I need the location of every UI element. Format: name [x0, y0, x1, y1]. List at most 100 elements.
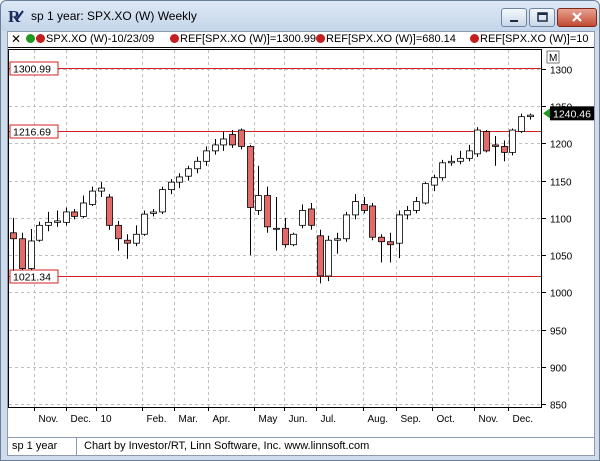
chart-panel: ✕ SPX.XO (W)-10/23/09 REF[SPX.XO (W)]=13… [7, 31, 595, 456]
candlestick-chart[interactable]: 8509009501000105011001150120012501300Nov… [8, 49, 594, 437]
candle-body [71, 211, 78, 217]
candle-body [150, 211, 157, 214]
legend-item-ref-2[interactable]: REF[SPX.XO (W)]=680.14 [316, 33, 456, 45]
investor-rt-logo-icon: R [8, 7, 24, 25]
candle-body [518, 116, 525, 132]
y-tick-label: 950 [550, 327, 567, 338]
close-icon [572, 12, 582, 22]
candle-body [439, 162, 446, 179]
red-dot-icon [170, 34, 179, 43]
candle-body [10, 232, 17, 240]
maximize-button[interactable] [529, 8, 555, 27]
candle-body [247, 146, 254, 208]
y-tick-label: 1200 [550, 140, 573, 151]
scale-mode-label: M [549, 53, 557, 64]
legend-close-icon[interactable]: ✕ [11, 32, 21, 46]
last-price-label: 1240.46 [553, 108, 591, 120]
candle-body [115, 224, 122, 240]
candle-body [159, 189, 166, 213]
legend-bar: ✕ SPX.XO (W)-10/23/09 REF[SPX.XO (W)]=13… [8, 32, 594, 48]
legend-item-ref-3[interactable]: REF[SPX.XO (W)]=10 [470, 33, 589, 45]
candle-body [194, 160, 201, 170]
candle-body [404, 210, 411, 216]
x-tick-label: Mar. [179, 414, 198, 425]
y-tick-label: 850 [550, 401, 567, 412]
candle-body [527, 114, 534, 118]
candle-body [387, 241, 394, 246]
status-bar: sp 1 year Chart by Investor/RT, Linn Sof… [8, 437, 594, 456]
candle-body [106, 196, 113, 226]
candle-body [325, 239, 332, 277]
title-bar[interactable]: R sp 1 year: SPX.XO (W) Weekly [1, 1, 599, 31]
candle-body [45, 221, 52, 226]
candle-body [133, 233, 140, 244]
y-tick-label: 1300 [550, 66, 573, 77]
candle-body [54, 220, 61, 223]
candle-body [308, 208, 315, 226]
candle-body [89, 190, 96, 205]
close-button[interactable] [557, 8, 597, 27]
maximize-icon [537, 12, 548, 22]
legend-item-ref-1[interactable]: REF[SPX.XO (W)]=1300.99 [170, 33, 316, 45]
chart-window: R sp 1 year: SPX.XO (W) Weekly ✕ SPX.XO … [0, 0, 600, 461]
candle-body [203, 150, 210, 162]
y-tick-label: 900 [550, 364, 567, 375]
x-tick-label: Aug. [368, 414, 389, 425]
candle-body [317, 235, 324, 277]
status-credit: Chart by Investor/RT, Linn Software, Inc… [84, 440, 370, 452]
x-tick-label: Dec. [71, 414, 92, 425]
two-dots-icon [26, 33, 46, 45]
minimize-icon [510, 20, 518, 22]
x-tick-label: Dec. [513, 414, 534, 425]
candle-body [185, 168, 192, 177]
candle-body [361, 204, 368, 211]
y-tick-label: 1100 [550, 215, 572, 226]
candle-body [19, 238, 26, 269]
status-chart-name: sp 1 year [12, 440, 58, 452]
x-tick-label: Feb. [147, 414, 167, 425]
candle-body [457, 157, 464, 162]
candle-body [229, 134, 236, 146]
red-dot-icon [316, 34, 325, 43]
candle-body [413, 201, 420, 211]
candle-body [431, 177, 438, 186]
candle-body [509, 129, 516, 153]
last-price-arrow-icon [543, 108, 550, 119]
minimize-button[interactable] [501, 8, 527, 27]
reference-label: 1216.69 [13, 127, 51, 139]
x-tick-label: 10 [101, 414, 113, 425]
candle-body [36, 224, 43, 241]
candle-body [474, 129, 481, 155]
x-tick-label: Oct. [437, 414, 455, 425]
candle-body [98, 187, 105, 192]
candle-body [28, 240, 35, 269]
candle-body [290, 233, 297, 246]
candle-body [334, 238, 341, 241]
candle-body [352, 201, 359, 216]
candle-body [483, 131, 490, 152]
x-tick-label: Jul. [321, 414, 337, 425]
y-tick-label: 1050 [550, 252, 573, 263]
reference-label: 1300.99 [13, 64, 51, 76]
candle-body [176, 176, 183, 183]
legend-item-price[interactable]: SPX.XO (W)-10/23/09 [26, 33, 154, 45]
x-tick-label: May [259, 414, 278, 425]
x-tick-label: Apr. [213, 414, 231, 425]
status-divider [76, 438, 77, 456]
candle-body [238, 129, 245, 147]
candle-body [141, 213, 148, 235]
red-dot-icon [470, 34, 479, 43]
x-tick-label: Nov. [479, 414, 499, 425]
candle-body [396, 214, 403, 244]
candle-body [466, 150, 473, 159]
candle-body [501, 146, 508, 153]
candle-body [422, 183, 429, 204]
candle-body [492, 144, 499, 147]
candle-body [282, 227, 289, 246]
candle-body [220, 138, 227, 146]
candle-body [273, 227, 280, 230]
candle-body [124, 239, 131, 244]
y-tick-label: 1150 [550, 178, 572, 189]
candle-body [448, 160, 455, 164]
reference-label: 1021.34 [13, 272, 51, 284]
